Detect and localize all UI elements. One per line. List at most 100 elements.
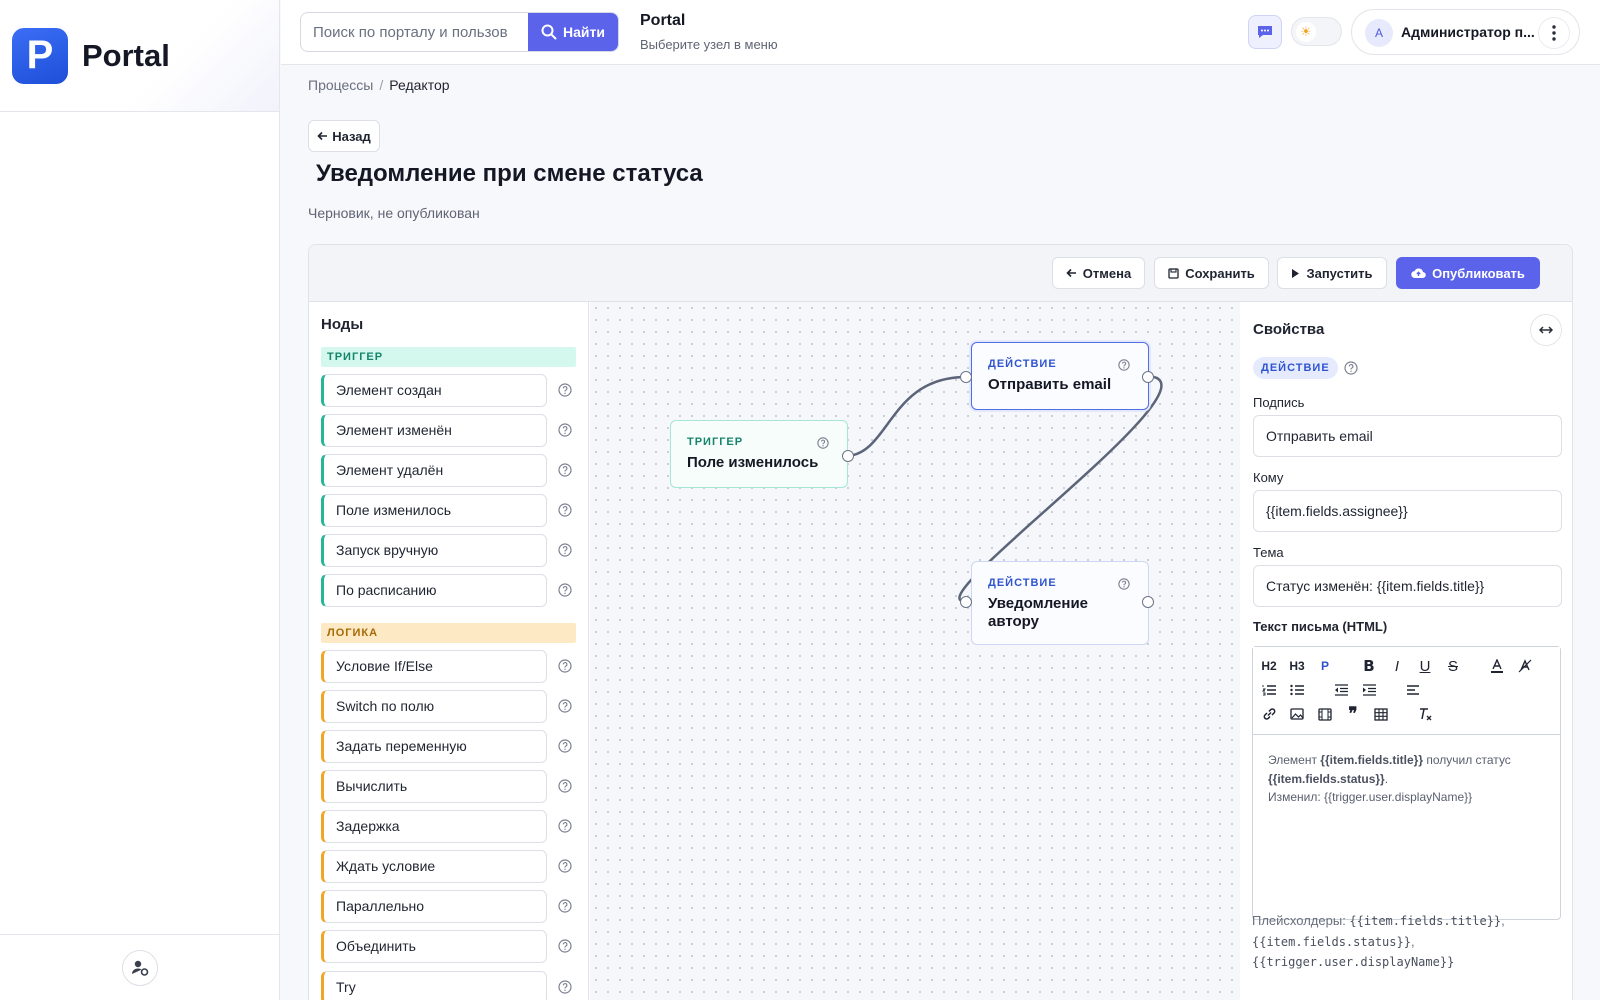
align-left-icon <box>1407 685 1419 695</box>
outdent-button[interactable] <box>1331 681 1351 699</box>
node-trigger[interactable]: ТРИГГЕР Поле изменилось <box>670 420 848 488</box>
placeholder-token: {{trigger.user.displayName}} <box>1252 955 1455 969</box>
text-color-icon <box>1491 659 1503 673</box>
italic-button[interactable]: I <box>1387 657 1407 675</box>
help-icon[interactable] <box>558 739 572 753</box>
user-menu[interactable]: A Администратор п... <box>1351 9 1580 55</box>
body-line-1: Элемент {{item.fields.title}} получил ст… <box>1268 753 1511 786</box>
help-icon[interactable] <box>558 699 572 713</box>
flow-canvas[interactable]: ТРИГГЕР Поле изменилось ДЕЙСТВИЕ Отправи… <box>590 302 1240 1000</box>
ordered-list-icon <box>1262 685 1276 696</box>
palette-item[interactable]: Try <box>321 971 547 1000</box>
node-kind: ТРИГГЕР <box>687 436 744 448</box>
palette-item[interactable]: Задержка <box>321 810 547 843</box>
palette-item[interactable]: По расписанию <box>321 574 547 607</box>
palette-item[interactable]: Запуск вручную <box>321 534 547 567</box>
palette-item[interactable]: Задать переменную <box>321 730 547 763</box>
help-icon[interactable] <box>558 779 572 793</box>
theme-toggle[interactable]: ☀ <box>1291 17 1342 46</box>
search-icon <box>541 24 557 40</box>
input-port[interactable] <box>960 596 972 608</box>
help-icon[interactable] <box>558 659 572 673</box>
highlight-button[interactable] <box>1515 657 1535 675</box>
palette-item[interactable]: Условие If/Else <box>321 650 547 683</box>
help-icon[interactable] <box>558 423 572 437</box>
table-icon <box>1374 707 1388 721</box>
app-name: Portal <box>82 37 170 73</box>
cloud-upload-icon <box>1411 268 1426 279</box>
heading3-button[interactable]: H3 <box>1287 657 1307 675</box>
output-port[interactable] <box>1142 596 1154 608</box>
palette-item[interactable]: Ждать условие <box>321 850 547 883</box>
play-icon <box>1292 268 1300 278</box>
run-button[interactable]: Запустить <box>1277 257 1387 289</box>
palette-item[interactable]: Поле изменилось <box>321 494 547 527</box>
more-options-button[interactable] <box>1538 17 1570 49</box>
help-icon[interactable] <box>558 383 572 397</box>
back-label: Назад <box>332 128 371 144</box>
back-button[interactable]: Назад <box>308 120 380 152</box>
help-icon[interactable] <box>558 583 572 597</box>
user-settings-button[interactable] <box>121 949 158 986</box>
output-port[interactable] <box>1142 371 1154 383</box>
text-color-button[interactable] <box>1487 657 1507 675</box>
help-icon[interactable] <box>558 543 572 557</box>
indent-button[interactable] <box>1359 681 1379 699</box>
palette-item[interactable]: Элемент создан <box>321 374 547 407</box>
help-icon[interactable] <box>817 437 829 449</box>
search-input[interactable] <box>301 13 528 51</box>
node-kind: ДЕЙСТВИЕ <box>988 577 1057 589</box>
palette-item[interactable]: Объединить <box>321 930 547 963</box>
help-icon[interactable] <box>1118 578 1130 590</box>
palette-item[interactable]: Параллельно <box>321 890 547 923</box>
image-button[interactable] <box>1287 705 1307 723</box>
strikethrough-button[interactable]: S <box>1443 657 1463 675</box>
sidebar-brand[interactable]: P Portal <box>0 0 279 112</box>
breadcrumb-link-processes[interactable]: Процессы <box>308 77 373 93</box>
video-button[interactable] <box>1315 705 1335 723</box>
email-body-content[interactable]: Элемент {{item.fields.title}} получил ст… <box>1268 751 1548 807</box>
cancel-button[interactable]: Отмена <box>1052 257 1145 289</box>
palette-item[interactable]: Switch по полю <box>321 690 547 723</box>
underline-icon: U <box>1419 657 1431 675</box>
underline-button[interactable]: U <box>1415 657 1435 675</box>
section-trigger: ТРИГГЕР <box>321 347 576 367</box>
publish-button[interactable]: Опубликовать <box>1396 257 1540 289</box>
edge-trigger-to-email <box>847 375 967 458</box>
search-button-label: Найти <box>563 24 605 40</box>
run-label: Запустить <box>1306 265 1373 281</box>
palette-item[interactable]: Элемент изменён <box>321 414 547 447</box>
ordered-list-button[interactable] <box>1259 681 1279 699</box>
help-icon[interactable] <box>558 503 572 517</box>
help-icon[interactable] <box>558 899 572 913</box>
node-send-email[interactable]: ДЕЙСТВИЕ Отправить email <box>971 342 1149 410</box>
help-icon[interactable] <box>558 980 572 994</box>
help-icon[interactable] <box>558 463 572 477</box>
table-button[interactable] <box>1371 705 1391 723</box>
help-icon[interactable] <box>558 859 572 873</box>
input-port[interactable] <box>960 371 972 383</box>
help-icon[interactable] <box>1118 359 1130 371</box>
align-button[interactable] <box>1403 681 1423 699</box>
node-notify-author[interactable]: ДЕЙСТВИЕ Уведомление автору <box>971 561 1149 645</box>
palette-item[interactable]: Элемент удалён <box>321 454 547 487</box>
help-icon[interactable] <box>558 819 572 833</box>
save-button[interactable]: Сохранить <box>1154 257 1269 289</box>
palette-item[interactable]: Вычислить <box>321 770 547 803</box>
chat-button[interactable] <box>1248 15 1282 49</box>
bold-button[interactable]: 𝗕 <box>1359 657 1379 675</box>
heading2-button[interactable]: H2 <box>1259 657 1279 675</box>
sun-icon: ☀ <box>1296 22 1316 42</box>
paragraph-button[interactable]: P <box>1315 657 1335 675</box>
help-icon[interactable] <box>558 939 572 953</box>
link-icon <box>1263 708 1275 720</box>
bullet-list-button[interactable] <box>1287 681 1307 699</box>
indent-icon <box>1363 684 1376 696</box>
user-name: Администратор п... <box>1401 24 1535 40</box>
quote-button[interactable]: ❞ <box>1343 704 1363 724</box>
output-port[interactable] <box>842 450 854 462</box>
placeholder-token: {{item.fields.status}} <box>1252 934 1411 949</box>
link-button[interactable] <box>1259 705 1279 723</box>
search-button[interactable]: Найти <box>528 13 618 51</box>
clear-format-button[interactable] <box>1415 705 1435 723</box>
